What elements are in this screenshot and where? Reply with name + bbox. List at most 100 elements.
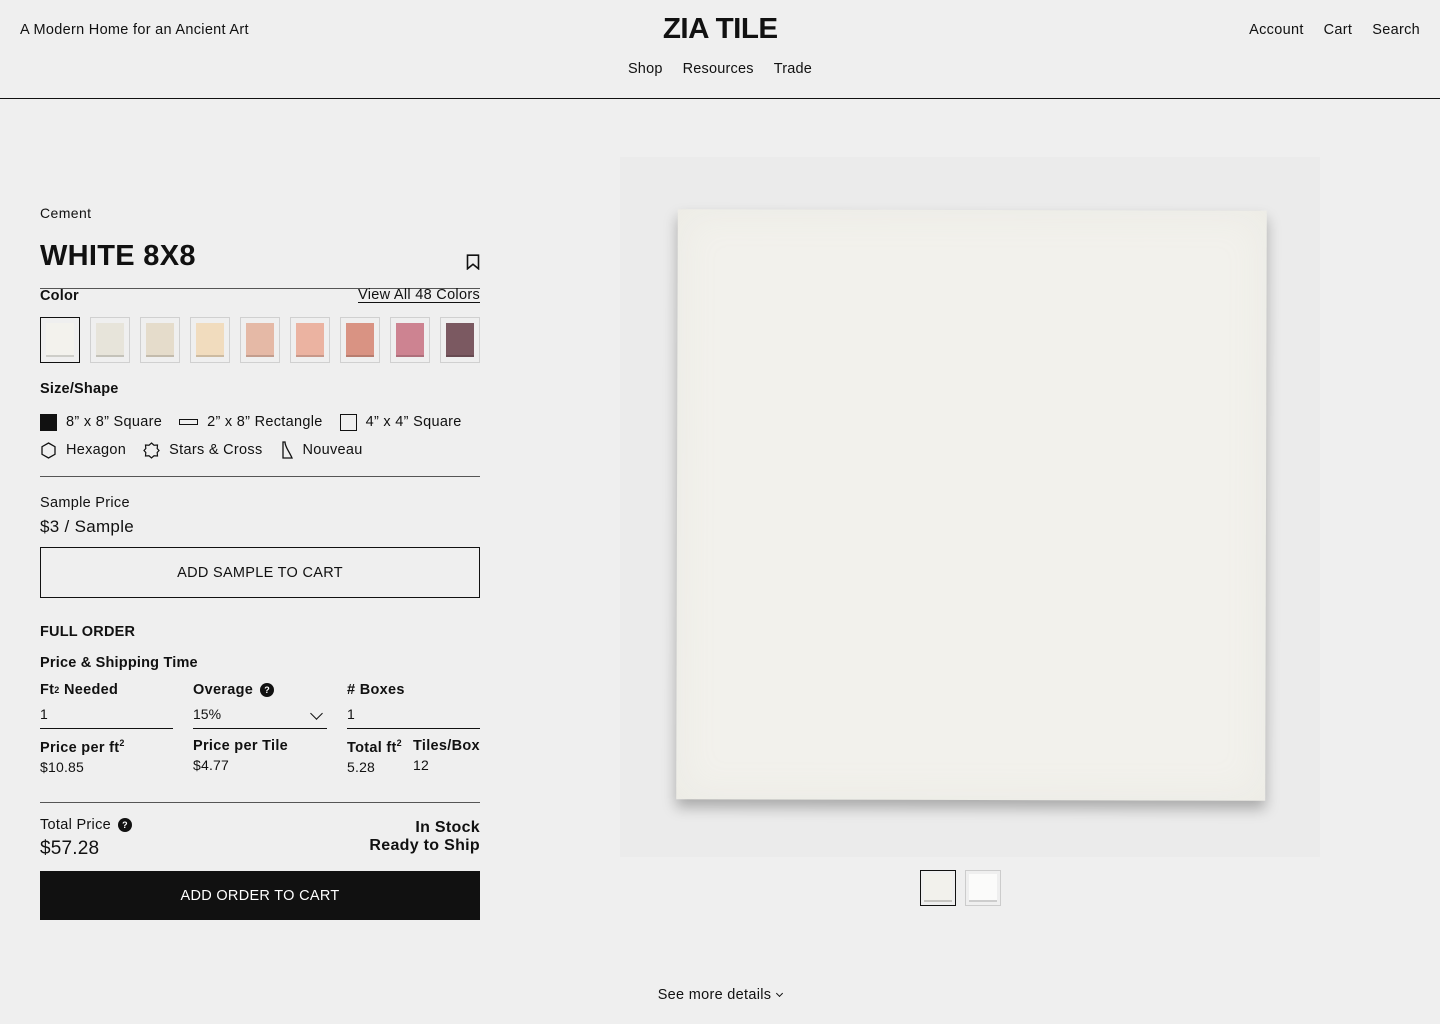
nav-shop[interactable]: Shop — [628, 61, 663, 77]
shape-options: 8” x 8” Square 2” x 8” Rectangle 4” x 4”… — [40, 411, 480, 467]
cart-link[interactable]: Cart — [1324, 22, 1353, 38]
add-sample-button[interactable]: ADD SAMPLE TO CART — [40, 547, 480, 598]
price-per-ft-label-text: Price per ft — [40, 739, 120, 756]
search-link[interactable]: Search — [1372, 22, 1420, 38]
view-all-colors-link[interactable]: View All 48 Colors — [358, 287, 480, 303]
account-link[interactable]: Account — [1249, 22, 1304, 38]
ft-needed-input[interactable]: 1 — [40, 706, 173, 729]
see-more-details[interactable]: See more details — [0, 987, 1440, 1003]
square-outline-icon — [339, 413, 357, 431]
shape-2x8-rectangle[interactable]: 2” x 8” Rectangle — [179, 414, 323, 430]
color-swatch[interactable] — [340, 317, 380, 363]
shape-label: Hexagon — [66, 442, 127, 458]
swatch-chip — [246, 323, 274, 357]
tiles-per-box-value: 12 — [413, 757, 429, 773]
site-header: A Modern Home for an Ancient Art ZIA TIL… — [0, 0, 1440, 99]
total-ft-value: 5.28 — [347, 758, 376, 775]
overage-label: Overage ? — [193, 682, 327, 698]
size-shape-label: Size/Shape — [40, 381, 119, 397]
nouveau-icon — [281, 441, 293, 459]
logo[interactable]: ZIA TILE — [0, 13, 1440, 46]
tiles-per-box-stat: Tiles/Box 12 — [413, 738, 480, 773]
color-swatch[interactable] — [190, 317, 230, 363]
total-price-label: Total Price ? — [40, 817, 132, 833]
boxes-input[interactable]: 1 — [347, 706, 480, 729]
in-stock-text: In Stock — [415, 819, 480, 836]
price-per-ft-value: $10.85 — [40, 758, 85, 775]
shape-nouveau[interactable]: Nouveau — [280, 441, 363, 459]
stock-status: In Stock Ready to Ship — [369, 819, 480, 855]
price-per-ft-sup: 2 — [119, 738, 125, 748]
add-order-button[interactable]: ADD ORDER TO CART — [40, 871, 480, 920]
price-per-ft-stat: Price per ft2 $10.85 — [40, 738, 125, 775]
shape-label: 2” x 8” Rectangle — [207, 414, 323, 430]
color-row: Color View All 48 Colors — [40, 287, 480, 307]
product-panel: Cement WHITE 8X8 Color View All 48 Color… — [40, 205, 480, 920]
nav-resources[interactable]: Resources — [683, 61, 754, 77]
shape-4x4-square[interactable]: 4” x 4” Square — [339, 413, 462, 431]
thumbnail[interactable] — [965, 870, 1001, 906]
swatch-chip — [146, 323, 174, 357]
bookmark-icon[interactable] — [466, 254, 480, 270]
total-price-label-text: Total Price — [40, 817, 111, 833]
shape-label: Nouveau — [302, 442, 363, 458]
image-thumbnails — [920, 870, 1001, 906]
chevron-down-icon — [310, 707, 323, 720]
color-swatch[interactable] — [440, 317, 480, 363]
thumbnail-image — [924, 874, 952, 902]
price-per-tile-stat: Price per Tile $4.77 — [193, 738, 288, 773]
overage-select[interactable]: 15% — [193, 706, 327, 729]
swatch-chip — [196, 323, 224, 357]
ft-label-text: Ft — [40, 682, 55, 698]
color-label: Color — [40, 288, 79, 304]
color-swatches — [40, 317, 480, 363]
total-ft-label-text: Total ft — [347, 739, 397, 756]
total-ft-sup: 2 — [396, 738, 402, 748]
star-icon — [143, 441, 160, 459]
color-swatch[interactable] — [290, 317, 330, 363]
color-swatch[interactable] — [140, 317, 180, 363]
color-swatch[interactable] — [40, 317, 80, 363]
shape-label: Stars & Cross — [169, 442, 263, 458]
shape-stars-cross[interactable]: Stars & Cross — [143, 441, 263, 459]
help-icon[interactable]: ? — [118, 818, 132, 832]
utility-nav: Account Cart Search — [1249, 22, 1420, 38]
swatch-chip — [296, 323, 324, 357]
price-shipping-heading: Price & Shipping Time — [40, 655, 198, 671]
divider — [40, 476, 480, 477]
ft-needed-label: Ft 2 Needed — [40, 682, 173, 698]
chevron-down-icon — [776, 989, 784, 998]
tiles-per-box-label: Tiles/Box — [413, 738, 480, 754]
price-per-ft-label: Price per ft2 — [40, 738, 125, 756]
swatch-chip — [346, 323, 374, 357]
boxes-label: # Boxes — [347, 682, 405, 698]
swatch-chip — [46, 323, 74, 357]
product-title: WHITE 8X8 — [40, 240, 196, 272]
rectangle-icon — [179, 419, 199, 425]
square-filled-icon — [40, 413, 57, 431]
color-swatch[interactable] — [240, 317, 280, 363]
shape-hexagon[interactable]: Hexagon — [40, 441, 127, 459]
ft-label-suffix: Needed — [59, 682, 119, 698]
ready-to-ship-text: Ready to Ship — [369, 837, 480, 854]
help-icon[interactable]: ? — [260, 683, 275, 697]
boxes-field: # Boxes 1 — [347, 682, 480, 729]
shape-8x8-square[interactable]: 8” x 8” Square — [40, 413, 162, 431]
logo-text[interactable]: ZIA TILE — [663, 13, 778, 46]
sample-price-label: Sample Price — [40, 495, 130, 511]
total-ft-label: Total ft2 — [347, 738, 402, 756]
color-swatch[interactable] — [90, 317, 130, 363]
title-row: WHITE 8X8 — [40, 221, 480, 289]
price-per-tile-value: $4.77 — [193, 757, 230, 773]
sample-price: $3 / Sample — [40, 517, 135, 536]
nav-trade[interactable]: Trade — [774, 61, 812, 77]
overage-label-text: Overage — [193, 682, 254, 698]
swatch-chip — [396, 323, 424, 357]
hexagon-icon — [41, 441, 56, 459]
ft-needed-field: Ft 2 Needed 1 — [40, 682, 173, 729]
color-swatch[interactable] — [390, 317, 430, 363]
thumbnail[interactable] — [920, 870, 956, 906]
swatch-chip — [96, 323, 124, 357]
overage-field: Overage ? 15% — [193, 682, 327, 729]
product-category: Cement — [40, 205, 92, 221]
